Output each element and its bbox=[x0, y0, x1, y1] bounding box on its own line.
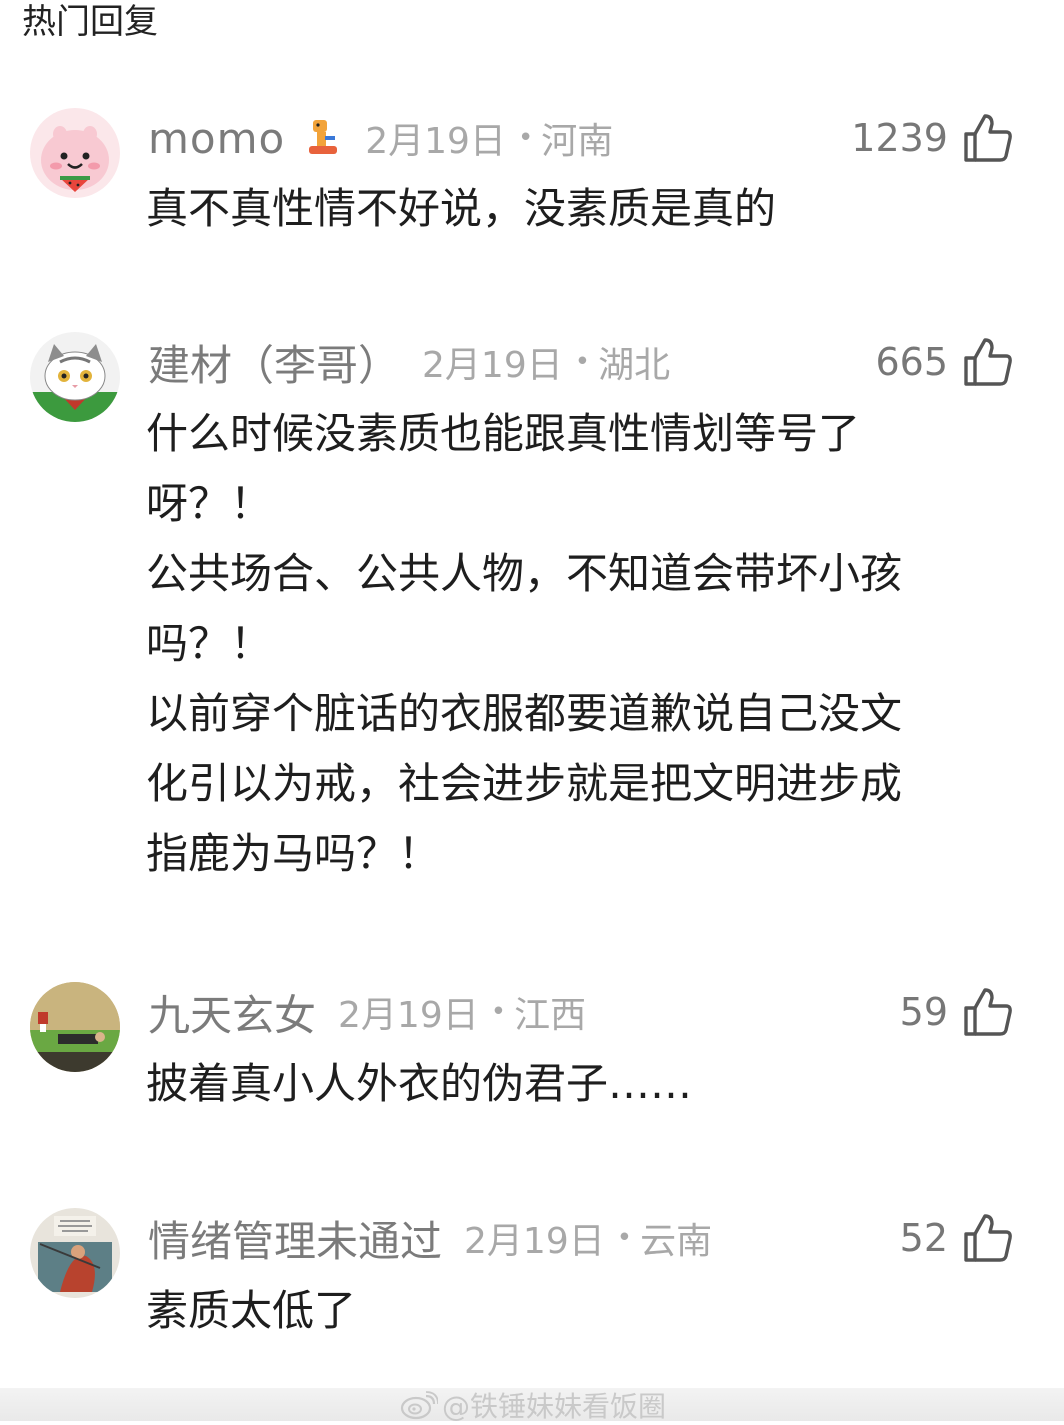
comment-date: 2月19日 bbox=[464, 1221, 605, 1262]
comment-meta: 九天玄女 2月19日 • 江西 bbox=[148, 982, 586, 1042]
painting-avatar-icon[interactable] bbox=[30, 1208, 120, 1298]
like-button[interactable]: 52 bbox=[900, 1208, 1014, 1268]
comment-date: 2月19日 bbox=[338, 995, 479, 1036]
cat-avatar-icon[interactable] bbox=[30, 332, 120, 422]
thumbs-up-icon[interactable] bbox=[962, 986, 1014, 1038]
thumbs-up-icon[interactable] bbox=[962, 112, 1014, 164]
comment-meta: 建材（李哥） 2月19日 • 湖北 bbox=[148, 332, 670, 392]
cartoon-badge-icon bbox=[303, 116, 343, 160]
like-count: 52 bbox=[899, 1216, 948, 1260]
username[interactable]: 情绪管理未通过 bbox=[148, 1208, 442, 1269]
comment-meta: 情绪管理未通过 2月19日 • 云南 bbox=[148, 1208, 712, 1268]
watermark-bar: @铁锤妹妹看饭圈 bbox=[0, 1388, 1064, 1423]
separator-dot: • bbox=[490, 997, 507, 1027]
section-title: 热门回复 bbox=[22, 2, 158, 42]
comment-text: 什么时候没素质也能跟真性情划等号了 呀？！ 公共场合、公共人物，不知道会带坏小孩… bbox=[146, 409, 903, 878]
comment-meta: momo 2月19日 • 河南 bbox=[148, 108, 613, 168]
username[interactable]: 九天玄女 bbox=[148, 982, 316, 1043]
comment-location: 江西 bbox=[514, 995, 587, 1036]
comment-date: 2月19日 bbox=[422, 345, 563, 386]
comment-text: 素质太低了 bbox=[146, 1286, 357, 1335]
like-count: 59 bbox=[899, 990, 948, 1034]
like-count: 665 bbox=[875, 340, 948, 384]
watermark-text: @铁锤妹妹看饭圈 bbox=[442, 1389, 667, 1423]
like-button[interactable]: 665 bbox=[875, 332, 1014, 392]
like-button[interactable]: 1239 bbox=[851, 108, 1014, 168]
comment-text: 真不真性情不好说，没素质是真的 bbox=[146, 184, 777, 233]
comment-text: 披着真小人外衣的伪君子…… bbox=[146, 1059, 693, 1108]
username[interactable]: momo bbox=[148, 114, 285, 163]
thumbs-up-icon[interactable] bbox=[962, 336, 1014, 388]
comment-location: 河南 bbox=[541, 121, 614, 162]
username[interactable]: 建材（李哥） bbox=[148, 332, 400, 393]
separator-dot: • bbox=[616, 1223, 633, 1253]
separator-dot: • bbox=[574, 347, 591, 377]
comment-date: 2月19日 bbox=[365, 121, 506, 162]
comment-location: 云南 bbox=[640, 1221, 713, 1262]
thumbs-up-icon[interactable] bbox=[962, 1212, 1014, 1264]
landscape-avatar-icon[interactable] bbox=[30, 982, 120, 1072]
comment-location: 湖北 bbox=[598, 345, 671, 386]
like-button[interactable]: 59 bbox=[900, 982, 1014, 1042]
watermark: @铁锤妹妹看饭圈 bbox=[400, 1388, 666, 1423]
like-count: 1239 bbox=[851, 116, 948, 160]
weibo-logo-icon bbox=[400, 1390, 438, 1419]
pink-cartoon-avatar-icon[interactable] bbox=[30, 108, 120, 198]
separator-dot: • bbox=[517, 123, 534, 153]
